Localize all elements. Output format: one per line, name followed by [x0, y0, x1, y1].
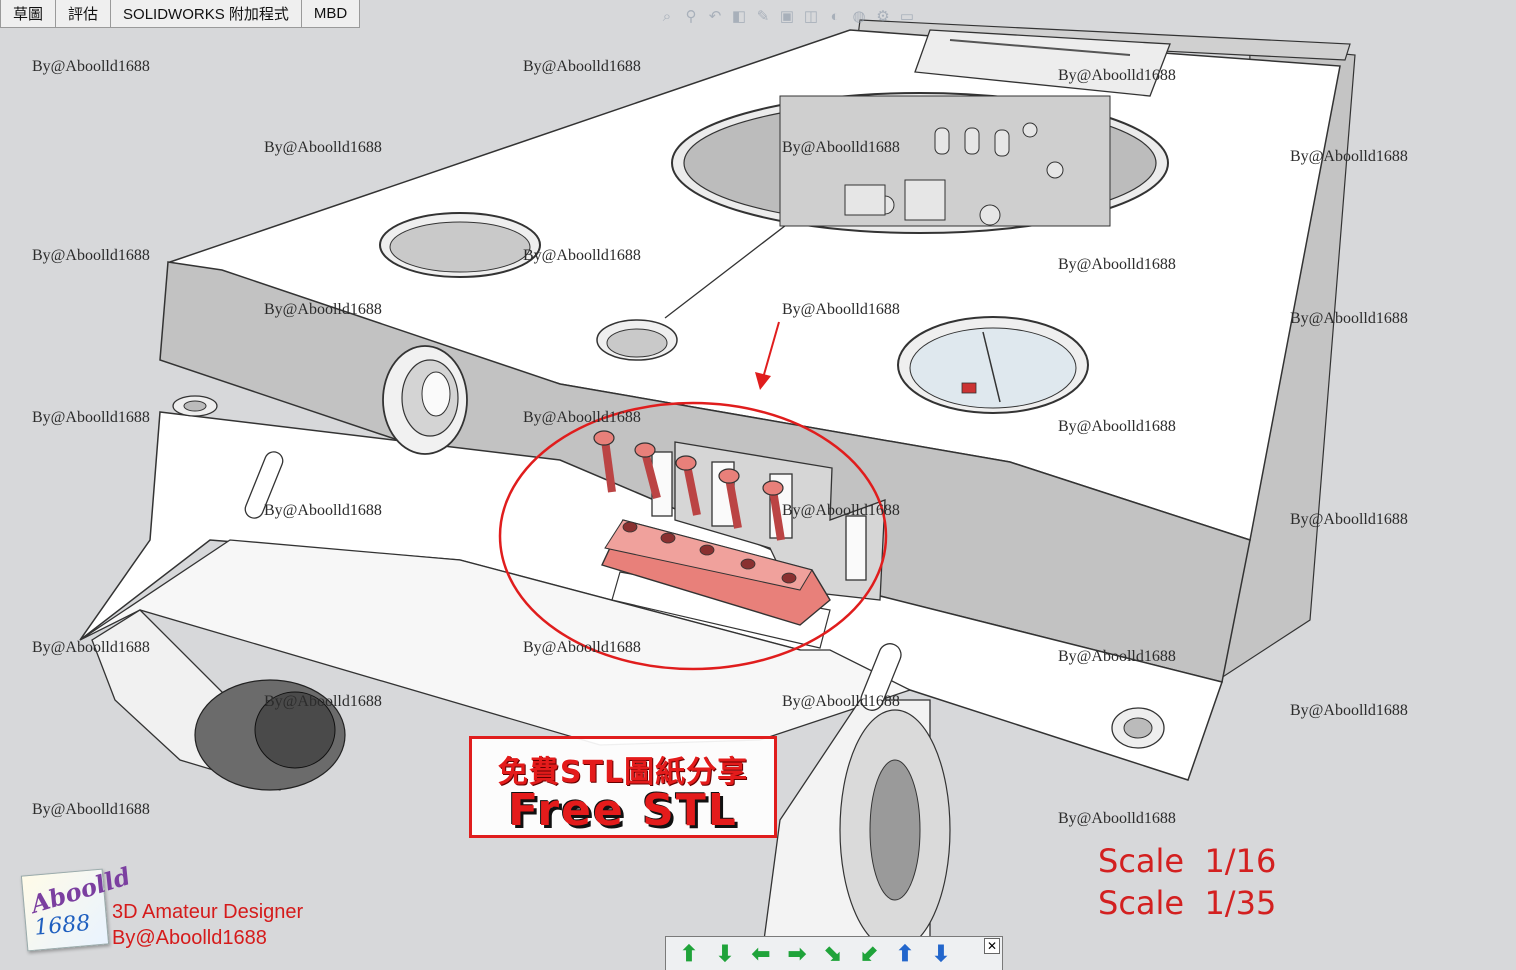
tab-sketch[interactable]: 草圖 — [0, 0, 57, 28]
designer-title: 3D Amateur Designer — [112, 901, 304, 923]
watermark: By@Aboolld1688 — [32, 247, 150, 264]
watermark: By@Aboolld1688 — [32, 801, 150, 818]
watermark: By@Aboolld1688 — [1290, 148, 1408, 165]
tab-evaluate[interactable]: 評估 — [56, 0, 112, 28]
designer-handle: By@Aboolld1688 — [112, 927, 267, 949]
rotate-right-icon[interactable]: ➡ — [780, 940, 814, 968]
free-stl-banner: 免費STL圖紙分享 Free STL — [469, 736, 777, 838]
previous-view-icon[interactable]: ↶ — [706, 7, 724, 25]
apply-scene-icon[interactable]: ◍ — [850, 7, 868, 25]
watermark: By@Aboolld1688 — [1058, 67, 1176, 84]
zoom-to-fit-icon[interactable]: ⌕ — [658, 7, 676, 25]
watermark: By@Aboolld1688 — [1290, 310, 1408, 327]
watermark: By@Aboolld1688 — [1058, 648, 1176, 665]
view-settings-icon[interactable]: ⚙ — [874, 7, 892, 25]
banner-title-english: Free STL — [508, 785, 738, 836]
roll-counterclockwise-icon[interactable]: ⬋ — [852, 940, 886, 968]
watermark: By@Aboolld1688 — [782, 139, 900, 156]
watermark: By@Aboolld1688 — [1290, 511, 1408, 528]
view-orientation-icon[interactable]: ✎ — [754, 7, 772, 25]
display-pane-icon[interactable]: ▭ — [898, 7, 916, 25]
rotate-up-icon[interactable]: ⬆ — [672, 940, 706, 968]
watermark: By@Aboolld1688 — [523, 247, 641, 264]
close-icon[interactable]: ✕ — [984, 938, 1000, 954]
section-view-icon[interactable]: ◧ — [730, 7, 748, 25]
graphics-viewport[interactable]: 草圖 評估 SOLIDWORKS 附加程式 MBD ⌕ ⚲ ↶ ◧ ✎ ▣ ◫ … — [0, 0, 1516, 970]
watermark: By@Aboolld1688 — [1058, 418, 1176, 435]
watermark: By@Aboolld1688 — [32, 58, 150, 75]
watermark: By@Aboolld1688 — [264, 693, 382, 710]
watermark: By@Aboolld1688 — [782, 502, 900, 519]
hide-show-icon[interactable]: ◫ — [802, 7, 820, 25]
pan-down-icon[interactable]: ⬇ — [924, 940, 958, 968]
aboolld-logo: Aboolld 1688 — [20, 861, 134, 952]
scale-label-1: Scale 1/16 — [1098, 842, 1277, 880]
scale-label-2: Scale 1/35 — [1098, 884, 1277, 922]
watermark: By@Aboolld1688 — [264, 502, 382, 519]
watermark: By@Aboolld1688 — [264, 139, 382, 156]
zoom-area-icon[interactable]: ⚲ — [682, 7, 700, 25]
roll-clockwise-icon[interactable]: ⬊ — [816, 940, 850, 968]
rotate-left-icon[interactable]: ⬅ — [744, 940, 778, 968]
watermark: By@Aboolld1688 — [1290, 702, 1408, 719]
watermark: By@Aboolld1688 — [1058, 810, 1176, 827]
heads-up-view-toolbar: ⌕ ⚲ ↶ ◧ ✎ ▣ ◫ ◐ ◍ ⚙ ▭ — [658, 4, 916, 28]
view-rotate-toolbar: ⬆ ⬇ ⬅ ➡ ⬊ ⬋ ⬆ ⬇ ✕ — [665, 936, 1003, 970]
edit-appearance-icon[interactable]: ◐ — [826, 7, 844, 25]
pan-up-icon[interactable]: ⬆ — [888, 940, 922, 968]
command-manager-tabs: 草圖 評估 SOLIDWORKS 附加程式 MBD — [0, 0, 361, 28]
display-style-icon[interactable]: ▣ — [778, 7, 796, 25]
watermark: By@Aboolld1688 — [782, 301, 900, 318]
rotate-down-icon[interactable]: ⬇ — [708, 940, 742, 968]
watermark: By@Aboolld1688 — [782, 693, 900, 710]
watermark: By@Aboolld1688 — [523, 409, 641, 426]
watermark: By@Aboolld1688 — [1058, 256, 1176, 273]
logo-text-number: 1688 — [33, 910, 92, 941]
watermark: By@Aboolld1688 — [523, 58, 641, 75]
watermark: By@Aboolld1688 — [523, 639, 641, 656]
tab-mbd[interactable]: MBD — [301, 0, 361, 28]
watermark: By@Aboolld1688 — [32, 409, 150, 426]
watermark: By@Aboolld1688 — [32, 639, 150, 656]
watermark: By@Aboolld1688 — [264, 301, 382, 318]
tab-solidworks-addins[interactable]: SOLIDWORKS 附加程式 — [111, 0, 302, 28]
